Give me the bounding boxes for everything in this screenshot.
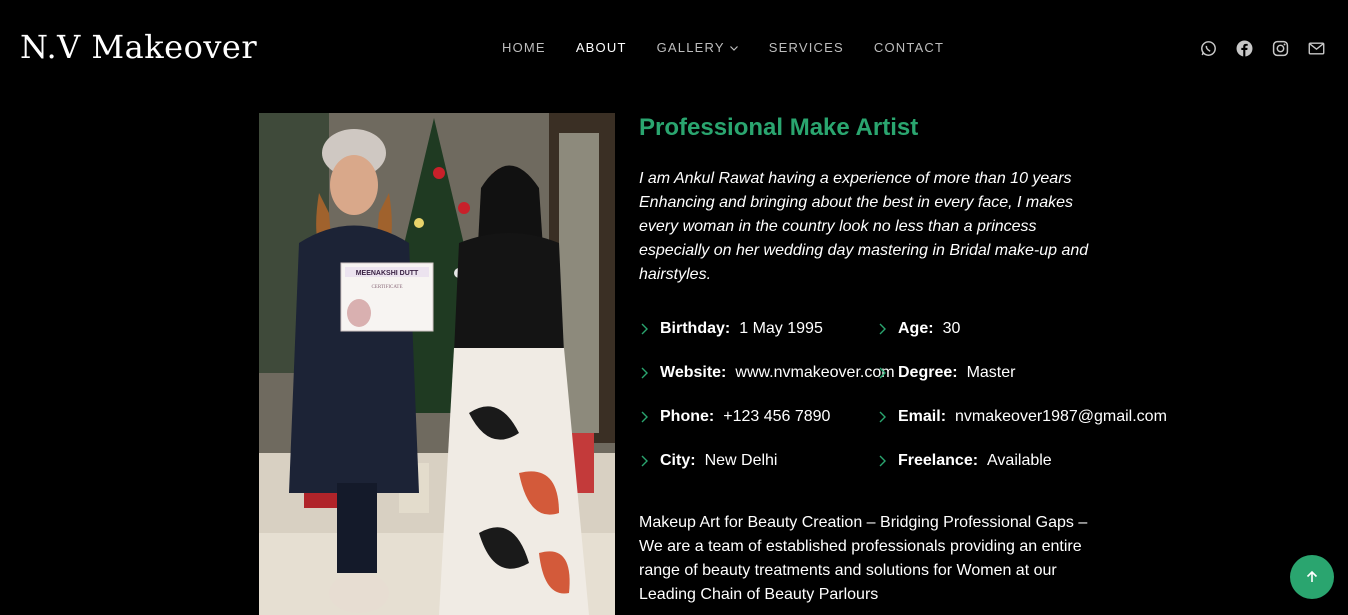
info-label: Birthday:: [660, 320, 731, 337]
chevron-right-icon: [641, 323, 648, 335]
nav-contact[interactable]: CONTACT: [874, 40, 944, 55]
chevron-right-icon: [641, 367, 648, 379]
artist-photo-illustration: MEENAKSHI DUTT CERTIFICATE: [259, 113, 615, 615]
about-description: Makeup Art for Beauty Creation – Bridgin…: [639, 514, 1088, 603]
main-nav: HOME ABOUT GALLERY SERVICES CONTACT: [502, 40, 944, 55]
social-links: [1200, 40, 1325, 57]
nav-gallery-label: GALLERY: [656, 40, 725, 55]
info-age: Age: 30: [877, 320, 960, 338]
info-value[interactable]: www.nvmakeover.com: [735, 364, 894, 382]
site-header: N.V Makeover HOME ABOUT GALLERY SERVICES…: [0, 0, 1348, 98]
certificate-name: MEENAKSHI DUTT: [356, 270, 419, 277]
info-value: Master: [966, 364, 1016, 381]
info-city: City: New Delhi: [639, 452, 777, 470]
instagram-icon[interactable]: [1272, 40, 1289, 57]
chevron-down-icon: [729, 45, 738, 51]
chevron-right-icon: [879, 367, 886, 379]
info-degree: Degree: Master: [877, 364, 1015, 382]
chevron-right-icon: [641, 455, 648, 467]
info-label: Phone:: [660, 408, 715, 425]
whatsapp-icon[interactable]: [1200, 40, 1217, 57]
nav-gallery[interactable]: GALLERY: [657, 40, 739, 55]
about-title: Professional Make Artist: [639, 114, 919, 141]
mail-icon[interactable]: [1308, 40, 1325, 57]
info-value: New Delhi: [704, 452, 778, 469]
facebook-icon[interactable]: [1236, 40, 1253, 57]
info-value[interactable]: nvmakeover1987@gmail.com: [955, 408, 1167, 426]
info-phone: Phone: +123 456 7890: [639, 408, 830, 426]
info-value: 1 May 1995: [739, 320, 823, 337]
about-intro: I am Ankul Rawat having a experience of …: [639, 170, 1089, 283]
chevron-right-icon: [879, 455, 886, 467]
info-label: Website:: [660, 364, 727, 381]
info-value: 30: [942, 320, 961, 337]
info-freelance: Freelance: Available: [877, 452, 1052, 470]
artist-photo: MEENAKSHI DUTT CERTIFICATE: [259, 113, 615, 615]
info-label: City:: [660, 452, 696, 469]
info-birthday: Birthday: 1 May 1995: [639, 320, 823, 338]
chevron-right-icon: [641, 411, 648, 423]
chevron-right-icon: [879, 323, 886, 335]
info-label: Age:: [898, 320, 934, 337]
info-label: Email:: [898, 408, 947, 425]
nav-home[interactable]: HOME: [502, 40, 546, 55]
info-website: Website: www.nvmakeover.com: [639, 364, 895, 382]
site-logo[interactable]: N.V Makeover: [20, 28, 257, 66]
nav-about[interactable]: ABOUT: [576, 40, 627, 55]
info-label: Degree:: [898, 364, 958, 381]
info-email: Email: nvmakeover1987@gmail.com: [877, 408, 1167, 426]
info-label: Freelance:: [898, 452, 979, 469]
certificate-title: CERTIFICATE: [371, 285, 402, 290]
chevron-right-icon: [879, 411, 886, 423]
info-value[interactable]: +123 456 7890: [723, 408, 830, 426]
info-value: Available: [987, 452, 1052, 469]
nav-services[interactable]: SERVICES: [769, 40, 844, 55]
arrow-up-icon: [1306, 570, 1318, 582]
back-to-top-button[interactable]: [1290, 555, 1334, 599]
